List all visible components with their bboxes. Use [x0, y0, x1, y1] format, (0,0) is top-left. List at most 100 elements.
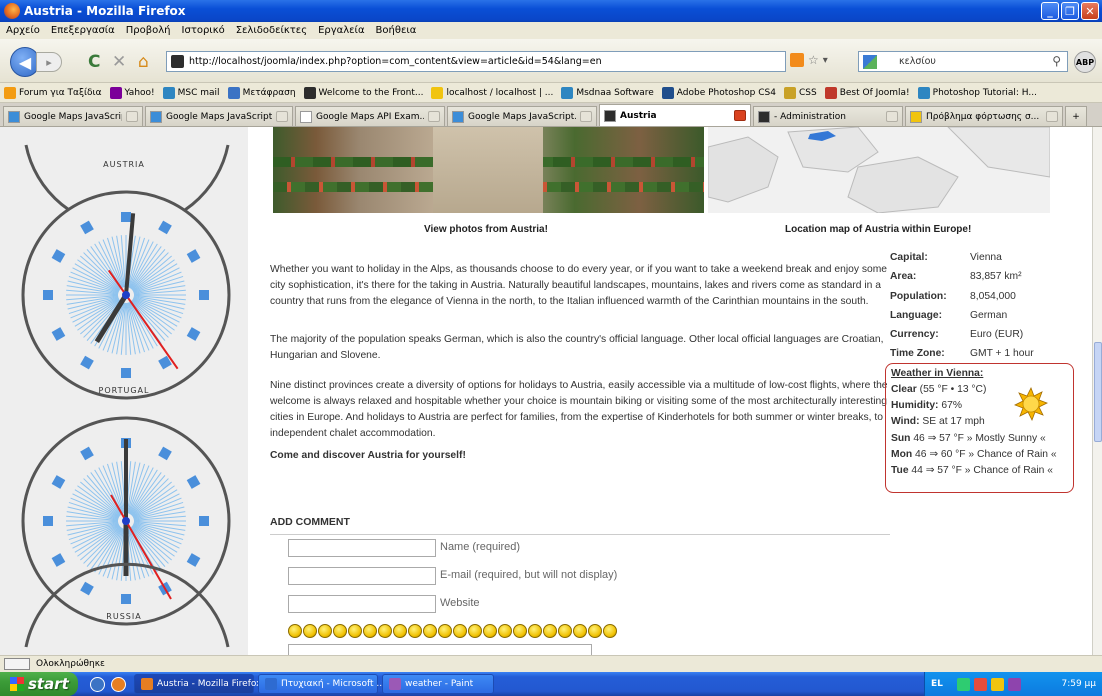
smiley-icon[interactable]	[603, 624, 617, 638]
taskbar-task[interactable]: weather - Paint	[382, 674, 494, 694]
start-button[interactable]: start	[0, 672, 78, 696]
name-field[interactable]	[288, 539, 436, 557]
smiley-icon[interactable]	[303, 624, 317, 638]
website-field[interactable]	[288, 595, 436, 613]
smiley-icon[interactable]	[528, 624, 542, 638]
bookmark-item[interactable]: Forum για Ταξίδια	[4, 86, 102, 99]
smiley-icon[interactable]	[378, 624, 392, 638]
menu-history[interactable]: Ιστορικό	[182, 25, 225, 36]
search-icon[interactable]: ⚲	[1052, 54, 1061, 68]
menu-view[interactable]: Προβολή	[126, 25, 171, 36]
bookmark-item[interactable]: Adobe Photoshop CS4	[661, 86, 776, 99]
add-comment-heading: ADD COMMENT	[270, 516, 890, 535]
tab-close-icon[interactable]	[1046, 111, 1058, 122]
network-icon[interactable]	[956, 677, 970, 691]
bookmark-item[interactable]: MSC mail	[162, 86, 220, 99]
messenger-icon[interactable]	[1007, 677, 1021, 691]
reload-icon[interactable]: C	[88, 52, 100, 72]
security-icon[interactable]	[973, 677, 987, 691]
weather-title[interactable]: Weather in Vienna:	[891, 368, 1068, 384]
tab-close-icon[interactable]	[886, 111, 898, 122]
bookmark-item[interactable]: CSS	[783, 86, 817, 99]
smiley-icon[interactable]	[423, 624, 437, 638]
bookmark-item[interactable]: Photoshop Tutorial: H...	[917, 86, 1037, 99]
stop-icon[interactable]: ✕	[112, 52, 126, 72]
menu-bookmarks[interactable]: Σελιδοδείκτες	[236, 25, 307, 36]
ie-icon[interactable]	[90, 676, 105, 692]
smiley-icon[interactable]	[438, 624, 452, 638]
tab-close-icon[interactable]	[734, 110, 746, 121]
language-indicator[interactable]: EL	[931, 679, 943, 689]
smiley-icon[interactable]	[588, 624, 602, 638]
maximize-button[interactable]: ❐	[1061, 2, 1079, 20]
austria-garden-photo[interactable]	[273, 127, 704, 213]
tab-close-icon[interactable]	[126, 111, 138, 122]
tab-close-icon[interactable]	[428, 111, 440, 122]
scrollbar-thumb[interactable]	[1094, 342, 1102, 442]
map-caption[interactable]: Location map of Austria within Europe!	[785, 224, 971, 235]
taskbar-task[interactable]: Austria - Mozilla Firefox	[134, 674, 261, 694]
smiley-icon[interactable]	[513, 624, 527, 638]
tab-close-icon[interactable]	[276, 111, 288, 122]
close-button[interactable]: ✕	[1081, 2, 1099, 20]
taskbar-task[interactable]: Πτυχιακή - Microsoft ...	[258, 674, 385, 694]
minimize-button[interactable]: _	[1041, 2, 1059, 20]
bookmark-item[interactable]: localhost / localhost | ...	[431, 86, 553, 99]
bookmark-item[interactable]: Msdnaa Software	[561, 86, 654, 99]
bookmark-star-icon[interactable]: ☆	[808, 53, 819, 67]
email-field[interactable]	[288, 567, 436, 585]
browser-tab[interactable]: Austria	[599, 104, 751, 126]
tab-close-icon[interactable]	[580, 111, 592, 122]
clock[interactable]: 7:59 μμ	[1061, 679, 1096, 689]
menu-tools[interactable]: Εργαλεία	[318, 25, 364, 36]
smiley-icon[interactable]	[318, 624, 332, 638]
smiley-icon[interactable]	[393, 624, 407, 638]
browser-tab[interactable]: - Administration	[753, 106, 903, 126]
browser-tab[interactable]: Google Maps API Exam...	[295, 106, 445, 126]
bookmark-item[interactable]: Best Of Joomla!	[824, 86, 910, 99]
rss-icon[interactable]	[790, 53, 804, 67]
comment-textarea[interactable]	[288, 644, 592, 655]
browser-tab[interactable]: Google Maps JavaScript...	[145, 106, 293, 126]
browser-tab[interactable]: Google Maps JavaScript...	[3, 106, 143, 126]
smiley-icon[interactable]	[333, 624, 347, 638]
smiley-icon[interactable]	[363, 624, 377, 638]
austria-location-map[interactable]	[708, 127, 1050, 213]
hour-marker	[199, 516, 209, 526]
smiley-icon[interactable]	[498, 624, 512, 638]
menu-edit[interactable]: Επεξεργασία	[51, 25, 115, 36]
window-title-bar[interactable]: Austria - Mozilla Firefox _ ❐ ✕	[0, 0, 1102, 22]
url-bar[interactable]: http://localhost/joomla/index.php?option…	[166, 51, 786, 72]
volume-icon[interactable]	[990, 677, 1004, 691]
smiley-icon[interactable]	[558, 624, 572, 638]
smiley-icon[interactable]	[543, 624, 557, 638]
search-bar[interactable]: κελσίου ⚲	[858, 51, 1068, 72]
adblock-plus-button[interactable]: ABP	[1074, 51, 1096, 73]
page-scrollbar[interactable]	[1092, 127, 1102, 655]
photos-caption[interactable]: View photos from Austria!	[424, 224, 548, 235]
smiley-icon[interactable]	[483, 624, 497, 638]
website-field-label: Website	[440, 597, 480, 609]
tab-favicon	[150, 110, 162, 123]
smiley-icon[interactable]	[453, 624, 467, 638]
firefox-quicklaunch-icon[interactable]	[111, 676, 126, 692]
url-dropdown-icon[interactable]: ▾	[823, 55, 828, 66]
smiley-icon[interactable]	[288, 624, 302, 638]
forward-button[interactable]: ▸	[36, 52, 62, 72]
home-icon[interactable]: ⌂	[138, 52, 149, 72]
search-engine-icon[interactable]	[863, 55, 877, 69]
smiley-icon[interactable]	[468, 624, 482, 638]
bookmark-item[interactable]: Welcome to the Front...	[303, 86, 423, 99]
smiley-icon[interactable]	[348, 624, 362, 638]
smiley-icon[interactable]	[573, 624, 587, 638]
smiley-icon[interactable]	[408, 624, 422, 638]
menu-file[interactable]: Αρχείο	[6, 25, 40, 36]
new-tab-button[interactable]: +	[1065, 106, 1087, 126]
bookmark-icon	[917, 86, 930, 99]
bookmark-item[interactable]: Μετάφραση	[227, 86, 296, 99]
menu-help[interactable]: Βοήθεια	[376, 25, 417, 36]
browser-tab[interactable]: Πρόβλημα φόρτωσης σ...	[905, 106, 1063, 126]
bookmark-item[interactable]: Yahoo!	[109, 86, 155, 99]
status-toggle-icon[interactable]	[4, 658, 30, 670]
browser-tab[interactable]: Google Maps JavaScript...	[447, 106, 597, 126]
